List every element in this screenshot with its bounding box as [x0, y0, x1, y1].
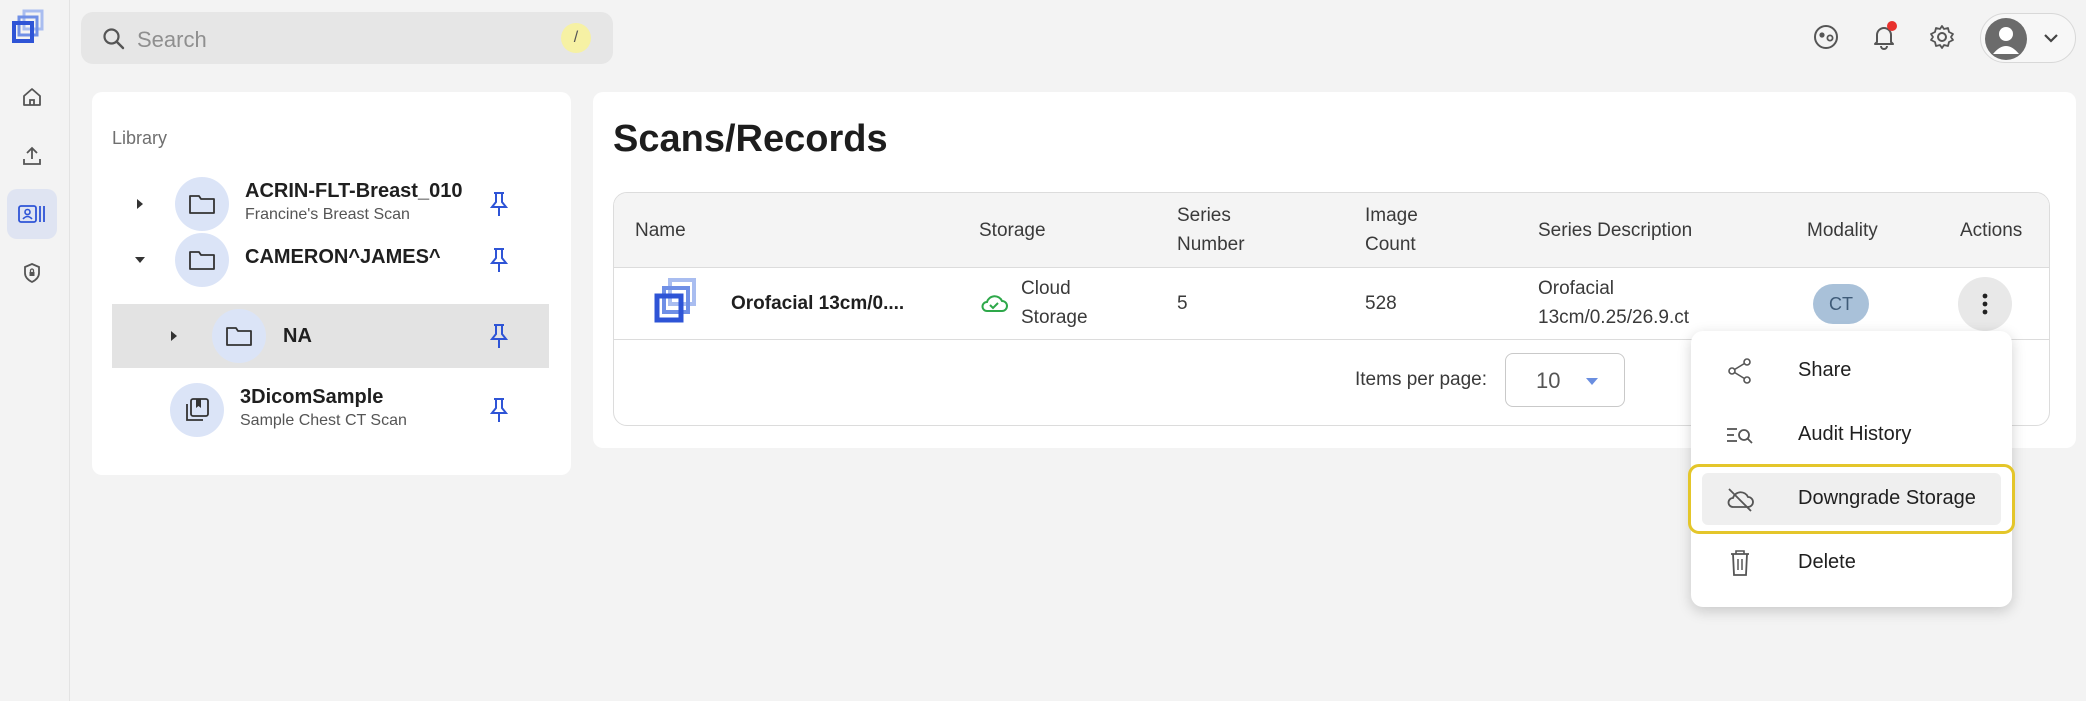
notifications-button[interactable]: [1867, 20, 1901, 54]
record-name[interactable]: Orofacial 13cm/0....: [731, 289, 904, 318]
column-header-image-count[interactable]: Image Count: [1365, 201, 1418, 259]
library-panel: Library ACRIN-FLT-Breast_010 Francine's …: [92, 92, 571, 475]
column-header-series-description[interactable]: Series Description: [1538, 216, 1692, 245]
library-title: Library: [112, 128, 168, 148]
search-input[interactable]: Search: [137, 27, 207, 53]
items-per-page-label: Items per page:: [1355, 369, 1488, 390]
folder-icon: [175, 233, 229, 287]
storage-status-line2: Storage: [1021, 307, 1088, 328]
folder-icon: [175, 177, 229, 231]
scan-thumbnail-icon: [654, 278, 696, 323]
notification-dot: [1887, 21, 1897, 31]
library-item-acrin[interactable]: ACRIN-FLT-Breast_010 Francine's Breast S…: [112, 172, 549, 236]
audit-history-icon: [1727, 428, 1753, 444]
search-bar[interactable]: Search /: [81, 12, 613, 64]
series-description-value: Orofacial 13cm/0.25/26.9.ct: [1538, 274, 1689, 332]
series-description-line1: Orofacial: [1538, 278, 1615, 299]
avatar: [1985, 18, 2027, 60]
series-number-value: 5: [1177, 293, 1188, 314]
pin-icon[interactable]: [488, 190, 510, 218]
row-actions-menu: Share Audit History Downgrade Storage De…: [1688, 331, 2015, 607]
chevron-down-icon: [2044, 34, 2058, 43]
menu-item-label: Downgrade Storage: [1798, 487, 1976, 509]
app-logo[interactable]: [10, 8, 50, 48]
dropdown-arrow-icon: [1586, 378, 1598, 385]
search-icon: [103, 28, 125, 50]
menu-item-share[interactable]: Share: [1691, 339, 2012, 403]
expand-caret-icon[interactable]: [167, 329, 181, 343]
library-item-cameron[interactable]: CAMERON^JAMES^: [112, 233, 549, 300]
column-header-series-number-line2: Number: [1177, 234, 1245, 255]
cloud-off-icon: [1727, 488, 1754, 512]
menu-item-label: Delete: [1798, 551, 1856, 573]
menu-item-delete[interactable]: Delete: [1691, 531, 2012, 595]
shield-icon: [24, 263, 40, 284]
nav-home[interactable]: [7, 72, 57, 122]
nav-upload[interactable]: [7, 131, 57, 181]
library-item-subtitle: Francine's Breast Scan: [245, 206, 410, 223]
storage-status: Cloud Storage: [1021, 274, 1088, 332]
table-row[interactable]: Orofacial 13cm/0.... Cloud Storage 5 528…: [614, 268, 2049, 340]
column-header-storage[interactable]: Storage: [979, 216, 1046, 245]
pin-icon[interactable]: [488, 322, 510, 350]
cloud-check-icon: [981, 295, 1008, 312]
modality-badge: CT: [1813, 284, 1869, 324]
library-item-name: NA: [283, 325, 312, 347]
library-item-na[interactable]: NA: [112, 304, 549, 368]
items-per-page-value: 10: [1536, 368, 1561, 393]
column-header-modality[interactable]: Modality: [1807, 216, 1878, 245]
menu-item-downgrade-storage[interactable]: Downgrade Storage: [1688, 464, 2015, 534]
column-header-image-count-line2: Count: [1365, 234, 1416, 255]
trash-icon: [1731, 550, 1749, 576]
page-title: Scans/Records: [613, 118, 888, 160]
collapse-caret-icon[interactable]: [133, 253, 147, 267]
settings-button[interactable]: [1925, 20, 1959, 54]
column-header-image-count-line1: Image: [1365, 205, 1418, 226]
nav-security[interactable]: [7, 248, 57, 298]
support-icon: [1814, 25, 1838, 49]
records-icon: [18, 205, 45, 223]
home-icon: [23, 88, 41, 106]
column-header-actions: Actions: [1960, 220, 2023, 241]
gear-icon: [1930, 25, 1954, 49]
library-item-subtitle: Sample Chest CT Scan: [240, 412, 407, 429]
table-header: Name Storage Series Number Image Count S…: [614, 193, 2049, 268]
folder-icon: [212, 309, 266, 363]
upload-icon: [23, 146, 41, 165]
library-item-name: 3DicomSample: [240, 386, 384, 408]
column-header-name[interactable]: Name: [635, 216, 686, 245]
storage-status-line1: Cloud: [1021, 278, 1071, 299]
nav-records[interactable]: [7, 189, 57, 239]
share-icon: [1728, 358, 1751, 384]
search-shortcut-badge: /: [561, 23, 591, 53]
side-rail: [0, 0, 70, 701]
menu-item-audit-history[interactable]: Audit History: [1691, 403, 2012, 467]
user-menu[interactable]: [1980, 13, 2076, 63]
menu-item-label: Audit History: [1798, 423, 1912, 445]
items-per-page-select[interactable]: 10: [1505, 353, 1625, 407]
library-item-name: CAMERON^JAMES^: [245, 246, 441, 268]
library-stack-icon: [170, 383, 224, 437]
library-item-3dicomsample[interactable]: 3DicomSample Sample Chest CT Scan: [112, 378, 549, 442]
column-header-series-number-line1: Series: [1177, 205, 1231, 226]
library-item-name: ACRIN-FLT-Breast_010: [245, 180, 463, 202]
pin-icon[interactable]: [488, 246, 510, 274]
row-actions-button[interactable]: [1958, 277, 2012, 331]
pin-icon[interactable]: [488, 396, 510, 424]
expand-caret-icon[interactable]: [133, 197, 147, 211]
menu-item-label: Share: [1798, 359, 1852, 381]
kebab-menu-icon: [1982, 293, 1988, 315]
image-count-value: 528: [1365, 293, 1397, 314]
support-button[interactable]: [1809, 20, 1843, 54]
series-description-line2: 13cm/0.25/26.9.ct: [1538, 307, 1690, 328]
column-header-series-number[interactable]: Series Number: [1177, 201, 1245, 259]
